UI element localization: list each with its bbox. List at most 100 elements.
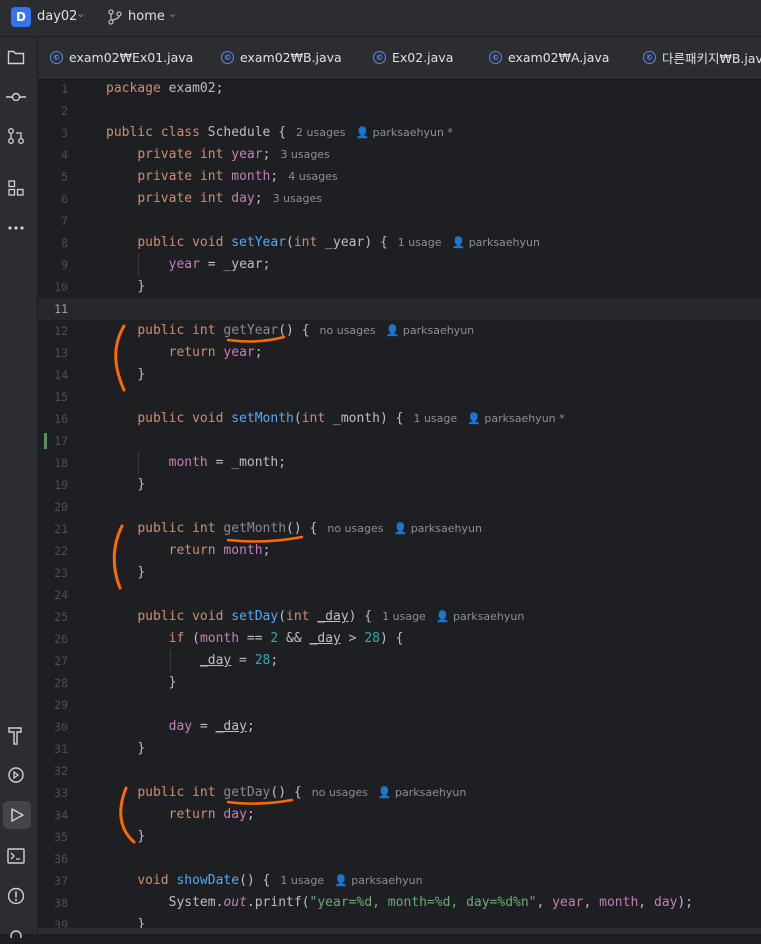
tab-exam02-a[interactable]: © exam02₩A.java bbox=[489, 37, 609, 77]
line-number: 36 bbox=[54, 852, 68, 866]
line-number: 10 bbox=[54, 280, 68, 294]
tab-other-package-b[interactable]: © 다른패키지₩B.java bbox=[643, 37, 761, 77]
build-icon[interactable] bbox=[5, 724, 27, 746]
tool-window-sidebar bbox=[0, 37, 38, 938]
current-line[interactable] bbox=[38, 298, 761, 320]
java-class-icon: © bbox=[373, 50, 386, 64]
tab-label: exam02₩A.java bbox=[508, 49, 610, 65]
terminal-icon[interactable] bbox=[5, 845, 27, 867]
code-line[interactable]: public void setDay(int _day) {1 usage 👤 p… bbox=[38, 606, 761, 628]
line-number: 13 bbox=[54, 346, 68, 360]
editor-tabs: © exam02₩Ex01.java © exam02₩B.java © Ex02.j… bbox=[38, 37, 761, 78]
pull-request-icon[interactable] bbox=[5, 125, 27, 147]
branch-icon bbox=[108, 9, 122, 25]
problems-icon[interactable] bbox=[5, 885, 27, 907]
chevron-down-icon[interactable]: ⌄ bbox=[76, 7, 85, 20]
line-number: 16 bbox=[54, 412, 68, 426]
services-icon[interactable] bbox=[5, 764, 27, 786]
line-number: 33 bbox=[54, 786, 68, 800]
line-number: 26 bbox=[54, 632, 68, 646]
java-class-icon: © bbox=[221, 50, 234, 64]
java-class-icon: © bbox=[489, 50, 502, 64]
line-number: 5 bbox=[61, 170, 68, 184]
code-line[interactable]: } bbox=[38, 826, 761, 848]
code-line[interactable]: return month; bbox=[38, 540, 761, 562]
line-number: 28 bbox=[54, 676, 68, 690]
tab-label: 다른패키지₩B.java bbox=[662, 50, 761, 66]
line-number: 3 bbox=[61, 126, 68, 140]
code-editor[interactable]: package exam02; public class Schedule {2… bbox=[38, 78, 761, 928]
commit-icon[interactable] bbox=[5, 86, 27, 108]
code-line[interactable]: } bbox=[38, 672, 761, 694]
code-line[interactable]: return year; bbox=[38, 342, 761, 364]
line-number: 20 bbox=[54, 500, 68, 514]
title-bar: D day02 ⌄ home ⌄ bbox=[0, 0, 761, 37]
code-line[interactable]: } bbox=[38, 914, 761, 928]
line-number: 30 bbox=[54, 720, 68, 734]
code-line[interactable]: } bbox=[38, 364, 761, 386]
code-line[interactable]: } bbox=[38, 738, 761, 760]
code-line[interactable]: public int getYear() {no usages 👤 parksae… bbox=[38, 320, 761, 342]
folder-icon[interactable] bbox=[5, 46, 27, 68]
line-number: 39 bbox=[54, 918, 68, 928]
code-line[interactable]: private int month; 4 usages bbox=[38, 166, 761, 188]
line-number: 2 bbox=[61, 104, 68, 118]
author-hint: 👤 parksaehyun * bbox=[355, 126, 453, 139]
line-number: 32 bbox=[54, 764, 68, 778]
code-line[interactable]: return day; bbox=[38, 804, 761, 826]
code-line[interactable]: } bbox=[38, 562, 761, 584]
line-number: 11 bbox=[54, 302, 68, 316]
structure-icon[interactable] bbox=[5, 177, 27, 199]
code-line[interactable]: private int day; 3 usages bbox=[38, 188, 761, 210]
code-line[interactable]: } bbox=[38, 276, 761, 298]
line-number: 25 bbox=[54, 610, 68, 624]
tab-exam02-b[interactable]: © exam02₩B.java bbox=[221, 37, 342, 77]
chevron-down-icon[interactable]: ⌄ bbox=[168, 7, 177, 20]
tab-label: exam02₩B.java bbox=[240, 49, 342, 65]
line-number: 23 bbox=[54, 566, 68, 580]
line-number: 17 bbox=[54, 434, 68, 448]
tab-label: exam02₩Ex01.java bbox=[69, 49, 194, 65]
line-number: 37 bbox=[54, 874, 68, 888]
code-line[interactable]: public int getMonth() {no usages 👤 parksa… bbox=[38, 518, 761, 540]
line-number: 15 bbox=[54, 390, 68, 404]
line-number: 34 bbox=[54, 808, 68, 822]
project-name[interactable]: day02 bbox=[37, 9, 77, 24]
line-number: 22 bbox=[54, 544, 68, 558]
branch-name[interactable]: home bbox=[128, 9, 165, 24]
line-number: 9 bbox=[61, 258, 68, 272]
java-class-icon: © bbox=[643, 50, 656, 64]
git-icon[interactable] bbox=[5, 922, 27, 944]
line-number: 19 bbox=[54, 478, 68, 492]
code-line[interactable]: void showDate() {1 usage 👤 parksaehyun bbox=[38, 870, 761, 892]
line-number: 8 bbox=[61, 236, 68, 250]
code-line[interactable]: } bbox=[38, 474, 761, 496]
line-number: 4 bbox=[61, 148, 68, 162]
code-line[interactable]: public void setMonth(int _month) {1 usag… bbox=[38, 408, 761, 430]
tab-label: Ex02.java bbox=[392, 49, 454, 65]
code-line[interactable]: package exam02; bbox=[38, 78, 761, 100]
line-number: 31 bbox=[54, 742, 68, 756]
run-icon[interactable] bbox=[3, 801, 31, 829]
project-badge[interactable]: D bbox=[11, 7, 31, 27]
code-line[interactable]: System.out.printf("year=%d, month=%d, da… bbox=[38, 892, 761, 914]
code-line[interactable]: public int getDay() {no usages 👤 parksaeh… bbox=[38, 782, 761, 804]
code-line[interactable]: if (month == 2 && _day > 28) { bbox=[38, 628, 761, 650]
code-line[interactable]: _day = 28; bbox=[38, 650, 761, 672]
line-number: 6 bbox=[61, 192, 68, 206]
code-line[interactable]: public class Schedule {2 usages 👤 parksae… bbox=[38, 122, 761, 144]
code-line[interactable]: private int year; 3 usages bbox=[38, 144, 761, 166]
code-line[interactable]: day = _day; bbox=[38, 716, 761, 738]
code-line[interactable]: month = _month; bbox=[38, 452, 761, 474]
tab-ex02[interactable]: © Ex02.java bbox=[373, 37, 453, 77]
line-number: 1 bbox=[61, 82, 68, 96]
line-number: 24 bbox=[54, 588, 68, 602]
code-line[interactable]: year = _year; bbox=[38, 254, 761, 276]
line-number: 27 bbox=[54, 654, 68, 668]
more-icon[interactable] bbox=[5, 217, 27, 239]
tab-exam02-ex01[interactable]: © exam02₩Ex01.java bbox=[50, 37, 193, 77]
horizontal-scrollbar[interactable] bbox=[38, 928, 761, 934]
line-number: 18 bbox=[54, 456, 68, 470]
java-class-icon: © bbox=[50, 50, 63, 64]
code-line[interactable]: public void setYear(int _year) {1 usage 👤… bbox=[38, 232, 761, 254]
